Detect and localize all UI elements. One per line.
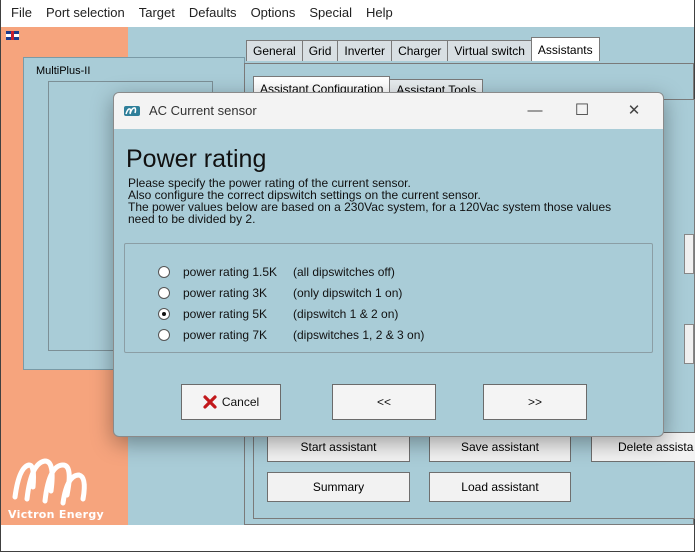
victron-logo: Victron Energy — [5, 447, 125, 525]
summary-button[interactable]: Summary — [267, 472, 410, 502]
description-line: need to be divided by 2. — [128, 212, 256, 226]
tab-assistants[interactable]: Assistants — [530, 37, 600, 61]
dialog-heading: Power rating — [126, 145, 267, 173]
option-label: power rating 1.5K — [183, 265, 278, 279]
victron-app-icon — [124, 106, 140, 116]
load-assistant-button[interactable]: Load assistant — [429, 472, 571, 502]
option-hint: (only dipswitch 1 on) — [293, 286, 403, 300]
option-hint: (dipswitches 1, 2 & 3 on) — [293, 328, 425, 342]
menu-help[interactable]: Help — [359, 5, 400, 20]
menu-options[interactable]: Options — [244, 5, 303, 20]
dialog-description: Please specify the power rating of the c… — [128, 177, 656, 225]
main-tabs: General Grid Inverter Charger Virtual sw… — [246, 37, 600, 62]
menu-defaults[interactable]: Defaults — [182, 5, 244, 20]
menu-file[interactable]: File — [1, 5, 39, 20]
option-1-5k[interactable]: power rating 1.5K (all dipswitches off) — [158, 263, 395, 281]
option-7k[interactable]: power rating 7K (dipswitches 1, 2 & 3 on… — [158, 326, 424, 344]
minimize-button[interactable]: — — [512, 93, 558, 129]
tab-inverter[interactable]: Inverter — [337, 40, 393, 61]
brand-name: Victron Energy — [8, 508, 104, 521]
option-label: power rating 7K — [183, 328, 268, 342]
option-5k[interactable]: power rating 5K (dipswitch 1 & 2 on) — [158, 305, 398, 323]
uk-flag-icon[interactable] — [6, 31, 19, 40]
option-hint: (dipswitch 1 & 2 on) — [293, 307, 399, 321]
cancel-label: Cancel — [221, 395, 260, 409]
tab-general[interactable]: General — [246, 40, 303, 61]
option-3k[interactable]: power rating 3K (only dipswitch 1 on) — [158, 284, 402, 302]
maximize-button[interactable]: ☐ — [559, 93, 605, 129]
option-label: power rating 3K — [183, 286, 268, 300]
menu-special[interactable]: Special — [302, 5, 359, 20]
cancel-button[interactable]: Cancel — [181, 384, 281, 420]
power-rating-options: power rating 1.5K (all dipswitches off) … — [124, 243, 653, 353]
cancel-x-icon — [203, 395, 217, 409]
next-button[interactable]: >> — [483, 384, 587, 420]
close-button[interactable]: ✕ — [611, 93, 657, 129]
device-label: MultiPlus-II — [36, 65, 91, 77]
menu-target[interactable]: Target — [132, 5, 182, 20]
side-button[interactable] — [684, 234, 694, 274]
side-button[interactable] — [684, 324, 694, 364]
tab-grid[interactable]: Grid — [301, 40, 339, 61]
option-hint: (all dipswitches off) — [293, 265, 395, 279]
back-button[interactable]: << — [332, 384, 436, 420]
radio-button-checked[interactable] — [158, 308, 170, 320]
tab-charger[interactable]: Charger — [391, 40, 449, 61]
radio-button[interactable] — [158, 287, 170, 299]
radio-button[interactable] — [158, 329, 170, 341]
radio-button[interactable] — [158, 266, 170, 278]
tab-virtual-switch[interactable]: Virtual switch — [447, 40, 532, 61]
menu-bar: File Port selection Target Defaults Opti… — [1, 0, 694, 24]
menu-port-selection[interactable]: Port selection — [39, 5, 132, 20]
option-label: power rating 5K — [183, 307, 268, 321]
victron-wave-icon — [12, 458, 87, 506]
dialog-title: AC Current sensor — [149, 103, 257, 118]
ac-current-sensor-dialog: AC Current sensor — ☐ ✕ Power rating Ple… — [113, 92, 664, 437]
dialog-titlebar[interactable]: AC Current sensor — ☐ ✕ — [114, 93, 663, 129]
